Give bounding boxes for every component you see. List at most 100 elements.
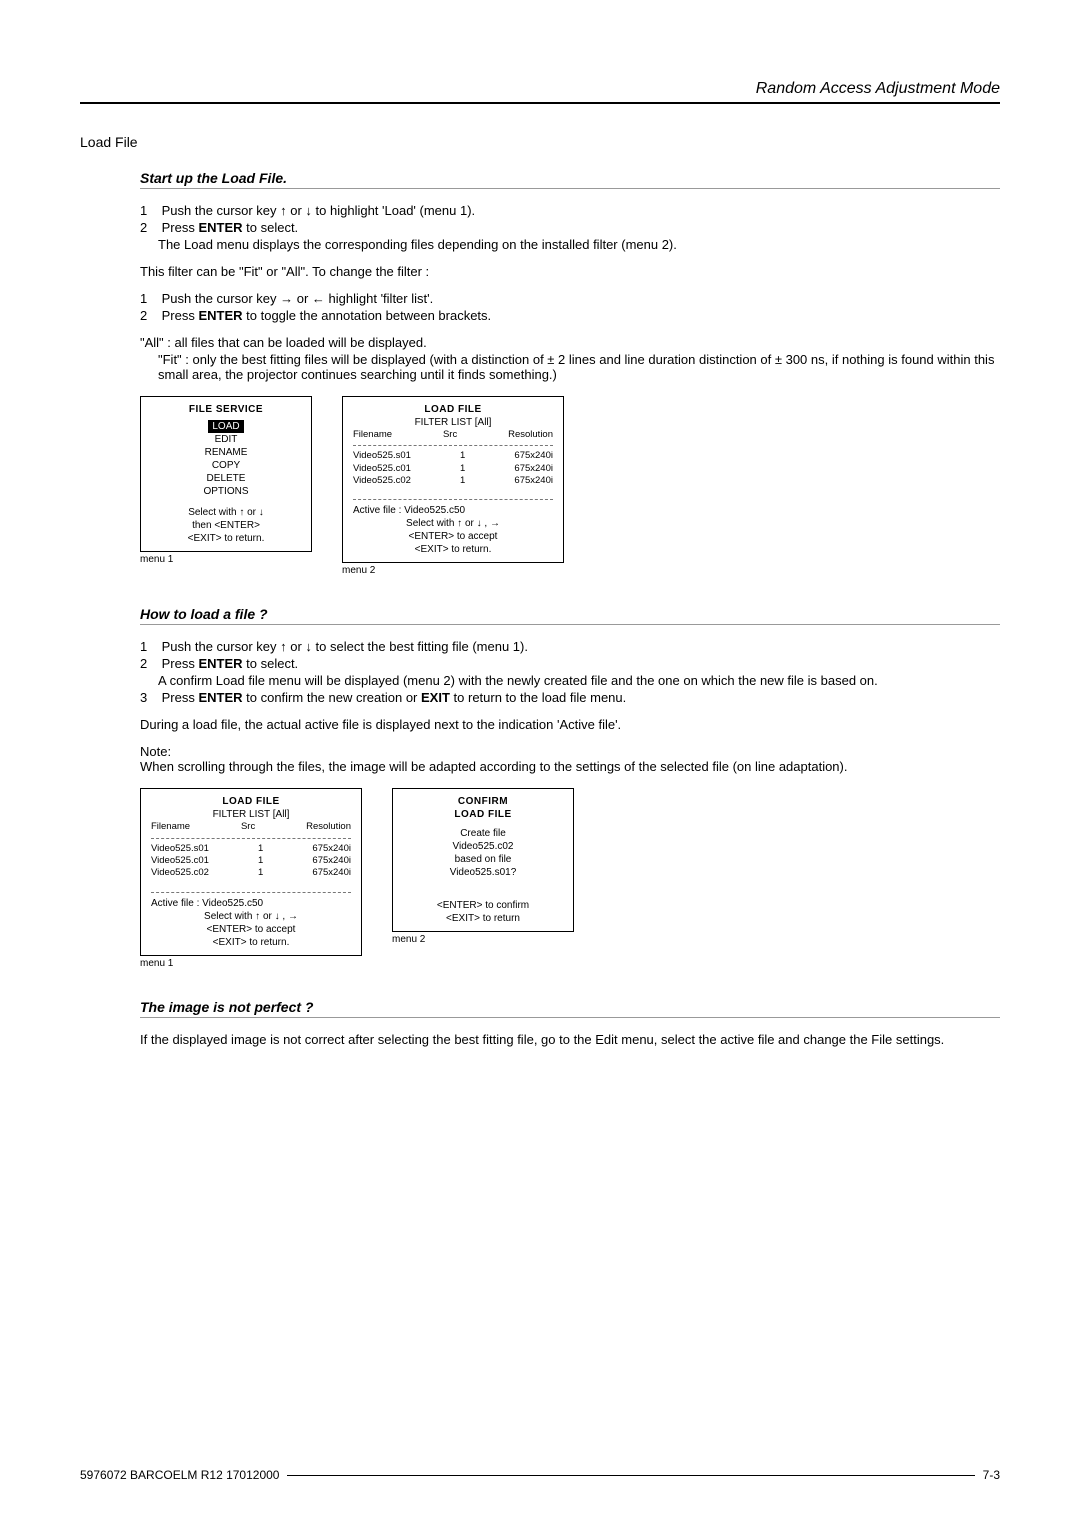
- cell: 1: [258, 843, 263, 855]
- paragraph: "Fit" : only the best fitting files will…: [158, 352, 1000, 382]
- step-line: 2 Press ENTER to select.: [140, 220, 1000, 235]
- text: to confirm the new creation or: [243, 690, 421, 705]
- menu-hint: then <ENTER>: [151, 519, 301, 532]
- menu-hint: <ENTER> to accept: [151, 923, 351, 936]
- page-header: Random Access Adjustment Mode: [80, 80, 1000, 104]
- text: Press: [162, 220, 199, 235]
- confirm-menu: CONFIRM LOAD FILE Create file Video525.c…: [392, 788, 574, 932]
- cell: 675x240i: [312, 867, 351, 879]
- paragraph: During a load file, the actual active fi…: [140, 717, 1000, 732]
- header-title: Random Access Adjustment Mode: [756, 80, 1000, 97]
- text: to return to the load file menu.: [450, 690, 626, 705]
- col-head: Src: [443, 429, 457, 441]
- footer-rule: [287, 1475, 974, 1476]
- text: Press: [162, 690, 199, 705]
- step-num: 2: [140, 220, 158, 235]
- step-sub: A confirm Load file menu will be display…: [158, 673, 1000, 688]
- menu-hint: <ENTER> to confirm: [403, 899, 563, 912]
- menu-caption: menu 1: [140, 554, 312, 565]
- menu-item-selected: LOAD: [208, 420, 243, 433]
- menu-item: DELETE: [151, 472, 301, 485]
- paragraph: "All" : all files that can be loaded wil…: [140, 335, 1000, 350]
- active-file: Active file : Video525.c50: [353, 504, 553, 517]
- menu-hint: Select with ↑ or ↓ , →: [353, 517, 553, 530]
- menu-line: Video525.c02: [403, 840, 563, 853]
- text: to highlight 'Load' (menu 1).: [312, 203, 475, 218]
- sub-title-1: Start up the Load File.: [140, 170, 1000, 189]
- menu-caption: menu 2: [392, 934, 574, 945]
- col-head: Filename: [353, 429, 392, 441]
- menu-title: LOAD FILE: [151, 795, 351, 808]
- text: to select.: [243, 220, 299, 235]
- text: Push the cursor key: [162, 291, 281, 306]
- col-head: Filename: [151, 821, 190, 833]
- cell: Video525.s01: [353, 450, 411, 462]
- text: Press: [162, 656, 199, 671]
- footer-left: 5976072 BARCOELM R12 17012000: [80, 1468, 279, 1482]
- cell: 1: [258, 867, 263, 879]
- cell: 675x240i: [312, 855, 351, 867]
- step-sub: The Load menu displays the corresponding…: [158, 237, 1000, 252]
- menu-item: RENAME: [151, 446, 301, 459]
- text: highlight 'filter list'.: [325, 291, 433, 306]
- paragraph: If the displayed image is not correct af…: [140, 1032, 1000, 1047]
- step-line: 2 Press ENTER to toggle the annotation b…: [140, 308, 1000, 323]
- sub-title-3: The image is not perfect ?: [140, 999, 1000, 1018]
- menu-caption: menu 2: [342, 565, 564, 576]
- menu-item: EDIT: [151, 433, 301, 446]
- step-num: 1: [140, 639, 158, 654]
- cell: 675x240i: [514, 475, 553, 487]
- menu-subtitle: FILTER LIST [All]: [151, 808, 351, 821]
- menu-item: OPTIONS: [151, 485, 301, 498]
- subsection-start-up: Start up the Load File. 1 Push the curso…: [140, 170, 1000, 576]
- cell: Video525.c01: [353, 463, 411, 475]
- menu-col: FILE SERVICE LOAD EDIT RENAME COPY DELET…: [140, 396, 312, 576]
- menu-caption: menu 1: [140, 958, 362, 969]
- text: to select the best fitting file (menu 1)…: [312, 639, 528, 654]
- menu-hint: <ENTER> to accept: [353, 530, 553, 543]
- menu-col: LOAD FILE FILTER LIST [All] FilenameSrcR…: [140, 788, 362, 968]
- text-bold: ENTER: [198, 690, 242, 705]
- menu-hint: Select with ↑ or ↓ , →: [151, 910, 351, 923]
- arrow-right-icon: →: [280, 291, 293, 306]
- menu-title: FILE SERVICE: [151, 403, 301, 416]
- text: or: [293, 291, 312, 306]
- text: Push the cursor key: [162, 639, 281, 654]
- menu-line: Video525.s01?: [403, 866, 563, 879]
- menu-hint: <EXIT> to return.: [353, 543, 553, 556]
- text-bold: EXIT: [421, 690, 450, 705]
- page-footer: 5976072 BARCOELM R12 17012000 7-3: [80, 1468, 1000, 1482]
- menu-hint: <EXIT> to return.: [151, 936, 351, 949]
- col-head: Src: [241, 821, 255, 833]
- note-title: Note:: [140, 744, 1000, 759]
- file-service-menu: FILE SERVICE LOAD EDIT RENAME COPY DELET…: [140, 396, 312, 552]
- text: to toggle the annotation between bracket…: [243, 308, 492, 323]
- step-line: 1 Push the cursor key → or ← highlight '…: [140, 291, 1000, 306]
- menu-hint: <EXIT> to return.: [151, 532, 301, 545]
- menu-title: LOAD FILE: [403, 808, 563, 821]
- arrow-left-icon: ←: [312, 291, 325, 306]
- footer-right: 7-3: [983, 1468, 1000, 1482]
- cell: 1: [460, 475, 465, 487]
- menu-item: COPY: [151, 459, 301, 472]
- menu-col: CONFIRM LOAD FILE Create file Video525.c…: [392, 788, 574, 968]
- load-file-menu: LOAD FILE FILTER LIST [All] FilenameSrcR…: [342, 396, 564, 563]
- text: or: [287, 639, 306, 654]
- text-bold: ENTER: [198, 656, 242, 671]
- cell: Video525.s01: [151, 843, 209, 855]
- menu-row: FILE SERVICE LOAD EDIT RENAME COPY DELET…: [140, 396, 1000, 576]
- menu-title: LOAD FILE: [353, 403, 553, 416]
- step-num: 2: [140, 308, 158, 323]
- paragraph: This filter can be "Fit" or "All". To ch…: [140, 264, 1000, 279]
- cell: Video525.c02: [151, 867, 209, 879]
- menu-line: Create file: [403, 827, 563, 840]
- menu-hint: Select with ↑ or ↓: [151, 506, 301, 519]
- text: to select.: [243, 656, 299, 671]
- cell: 1: [460, 463, 465, 475]
- step-num: 1: [140, 203, 158, 218]
- load-file-menu-2: LOAD FILE FILTER LIST [All] FilenameSrcR…: [140, 788, 362, 955]
- menu-col: LOAD FILE FILTER LIST [All] FilenameSrcR…: [342, 396, 564, 576]
- step-num: 3: [140, 690, 158, 705]
- menu-line: based on file: [403, 853, 563, 866]
- sub-title-2: How to load a file ?: [140, 606, 1000, 625]
